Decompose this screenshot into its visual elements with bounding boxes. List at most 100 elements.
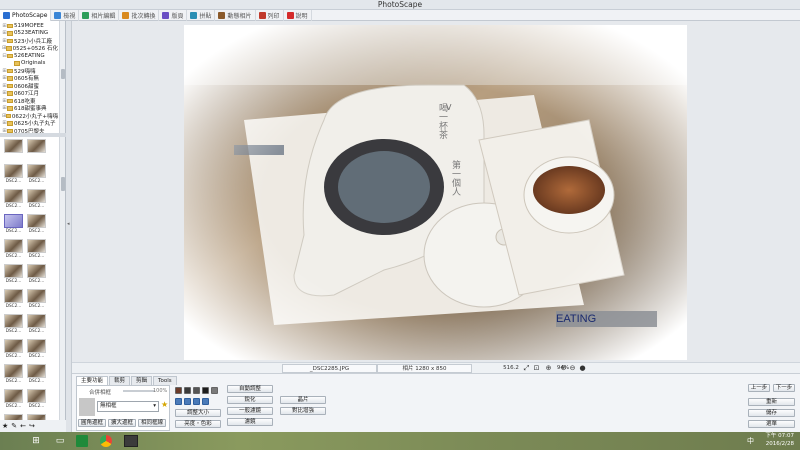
thumbnail[interactable]: DSC2...: [26, 339, 47, 363]
thumbnail[interactable]: DSC2...: [26, 264, 47, 288]
thumbnail[interactable]: DSC2...: [3, 314, 24, 338]
thumbnail[interactable]: DSC2...: [26, 389, 47, 413]
frame-select[interactable]: 無相框 ▾: [97, 401, 159, 412]
frame-option-button[interactable]: 相同框線: [138, 419, 166, 427]
thumbnail[interactable]: [3, 139, 24, 163]
thumbnail[interactable]: DSC2...: [3, 164, 24, 188]
thumbnail[interactable]: DSC2...: [26, 214, 47, 238]
star-icon[interactable]: ★: [161, 400, 168, 409]
editor-tab[interactable]: 裁剪: [109, 376, 131, 385]
thumbnail[interactable]: DSC2...: [3, 339, 24, 363]
thumbnail-scrollbar[interactable]: [59, 137, 65, 420]
tree-folder[interactable]: ⊞ 519MOFEE: [2, 22, 58, 30]
zoom-in-icon[interactable]: ⊕: [559, 364, 568, 373]
tree-folder[interactable]: ⊟ 526EATING: [2, 52, 58, 60]
frame-option-button[interactable]: 擴大邊框: [108, 419, 136, 427]
tab-0[interactable]: PhotoScape: [0, 10, 52, 21]
filter-dropdown[interactable]: 濾鏡: [227, 418, 273, 426]
star-icon[interactable]: ★: [2, 422, 8, 430]
reset-button[interactable]: 重新: [748, 398, 795, 406]
rotate-left-icon[interactable]: [175, 398, 182, 405]
tree-folder[interactable]: ⊞ 529嗨嗨: [2, 67, 58, 75]
tree-folder[interactable]: ⊞ 0607江月: [2, 90, 58, 97]
editor-tab[interactable]: Tools: [153, 376, 177, 385]
thumbnail-list[interactable]: DSC2... DSC2... DSC2... DSC2... DSC2... DSC2.…: [0, 137, 66, 420]
thumbnail[interactable]: DSC2...: [26, 189, 47, 213]
tree-folder[interactable]: ⊞ 618吃東: [2, 97, 58, 105]
tree-folder[interactable]: ⊞ 0523EATING: [2, 30, 58, 38]
input-language[interactable]: 中: [747, 436, 754, 446]
zoom-original-icon[interactable]: ⊡: [532, 364, 541, 373]
gray-swatch-icon[interactable]: [193, 387, 200, 394]
chrome-icon[interactable]: [100, 435, 112, 447]
thumbnail[interactable]: DSC2...: [3, 189, 24, 213]
tab-7[interactable]: 列印: [256, 10, 284, 21]
filter-dropdown[interactable]: 銳化: [227, 396, 273, 404]
tab-3[interactable]: 批次轉換: [119, 10, 160, 21]
adjust-dropdown[interactable]: 亮度・色彩: [175, 420, 221, 428]
collapse-arrow-icon[interactable]: ◂: [67, 221, 70, 227]
tree-folder[interactable]: ⊞ 618甜蜜事典: [2, 105, 58, 112]
thumbnail[interactable]: DSC2...: [3, 214, 24, 238]
effect-dropdown[interactable]: 對比增強: [280, 407, 326, 415]
zoom-select-icon[interactable]: ⊕: [544, 364, 553, 373]
folder-tree[interactable]: ⊞ 519MOFEE ⊞ 0523EATING ⊞ 523小小兵工廠 ⊞ 0525+0526 …: [0, 21, 66, 133]
zoom-out-icon[interactable]: ⊖: [568, 364, 577, 373]
file-explorer-icon[interactable]: ▭: [52, 434, 68, 448]
tree-folder[interactable]: ⊞ 0525+0526 石化: [2, 45, 58, 52]
tree-scroll-thumb[interactable]: [61, 69, 65, 79]
filter-dropdown[interactable]: 自動調整: [227, 385, 273, 393]
tab-8[interactable]: 說明: [284, 10, 312, 21]
save-button[interactable]: 儲存: [748, 409, 795, 417]
forward-icon[interactable]: ↪: [29, 422, 35, 430]
back-icon[interactable]: ←: [20, 422, 26, 430]
editor-tab[interactable]: 剪輯: [131, 376, 153, 385]
thumbnail[interactable]: DSC2...: [3, 289, 24, 313]
undo-button[interactable]: 上一步: [748, 384, 770, 392]
thumbnail[interactable]: DSC2...: [26, 289, 47, 313]
crop-icon[interactable]: [202, 398, 209, 405]
opacity-slider[interactable]: [123, 390, 155, 392]
tree-folder[interactable]: ⊞ 0605有無: [2, 75, 58, 82]
light-swatch-icon[interactable]: [211, 387, 218, 394]
redo-button[interactable]: 下一步: [773, 384, 795, 392]
editor-tab[interactable]: 主要功能: [76, 376, 109, 385]
info-icon[interactable]: ●: [578, 364, 587, 373]
tab-5[interactable]: 拼貼: [187, 10, 216, 21]
tab-2[interactable]: 相片編輯: [79, 10, 120, 21]
start-icon[interactable]: ⊞: [28, 434, 44, 448]
thumbnail[interactable]: DSC2...: [26, 164, 47, 188]
tab-6[interactable]: 動態相片: [215, 10, 256, 21]
store-icon[interactable]: [76, 435, 88, 447]
black-swatch-icon[interactable]: [202, 387, 209, 394]
thumbnail[interactable]: DSC2...: [3, 364, 24, 388]
tab-4[interactable]: 版頁: [159, 10, 188, 21]
tree-folder[interactable]: ⊞ 523小小兵工廠: [2, 37, 58, 45]
tree-folder[interactable]: ⊞ 0622小丸子+嗨嗨: [2, 112, 58, 120]
thumbnail[interactable]: [26, 139, 47, 163]
filter-dropdown[interactable]: 一般濾鏡: [227, 407, 273, 415]
adjust-dropdown[interactable]: 調整大小: [175, 409, 221, 417]
effect-dropdown[interactable]: 晶片: [280, 396, 326, 404]
frame-option-button[interactable]: 圓角邊框: [78, 419, 106, 427]
tree-folder[interactable]: Originals: [2, 60, 58, 68]
tab-1[interactable]: 檢視: [51, 10, 80, 21]
thumbnail[interactable]: DSC2...: [26, 314, 47, 338]
dark-swatch-icon[interactable]: [184, 387, 191, 394]
brown-swatch-icon[interactable]: [175, 387, 182, 394]
thumbnail[interactable]: DSC2...: [3, 389, 24, 413]
image-viewer[interactable]: V 喝一杯茶 第一個人 EATING: [72, 21, 800, 362]
photo-canvas[interactable]: V 喝一杯茶 第一個人 EATING: [184, 25, 687, 360]
tree-folder[interactable]: ⊞ 0606甜蜜: [2, 82, 58, 90]
thumbnail[interactable]: DSC2...: [3, 264, 24, 288]
thumbnail[interactable]: DSC2...: [26, 239, 47, 263]
photoscape-taskbar-icon[interactable]: [124, 435, 138, 447]
thumbnail-scroll-thumb[interactable]: [61, 177, 65, 191]
flip-icon[interactable]: [193, 398, 200, 405]
fit-icon[interactable]: ⤢: [522, 364, 531, 373]
menu-button[interactable]: 選單: [748, 420, 795, 428]
tree-scrollbar[interactable]: [59, 21, 65, 133]
tree-folder[interactable]: ⊞ 0625小丸子丸子: [2, 120, 58, 127]
thumbnail[interactable]: DSC2...: [26, 364, 47, 388]
thumbnail[interactable]: DSC2...: [3, 239, 24, 263]
